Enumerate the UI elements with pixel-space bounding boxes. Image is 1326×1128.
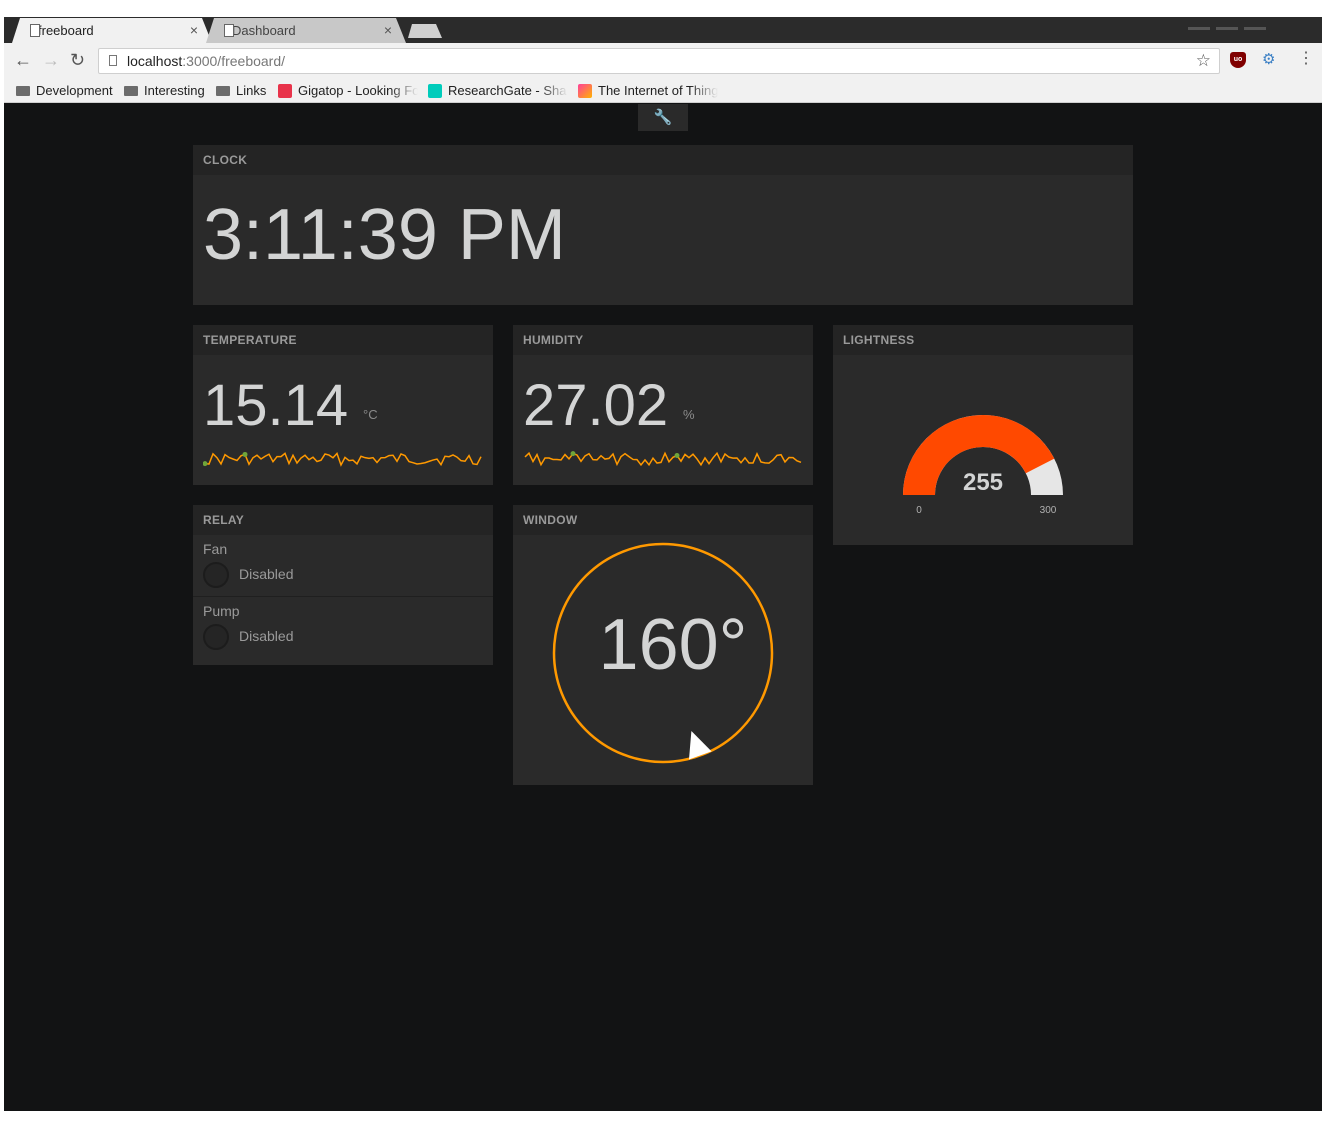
network-extension-icon[interactable]: ⚙ (1262, 52, 1278, 68)
pane-title: RELAY (193, 505, 493, 535)
sparkline-marker (242, 451, 248, 457)
maximize-icon[interactable] (1216, 27, 1238, 30)
browser-toolbar: ← → ↻ localhost:3000/freeboard/ ☆ uo ⚙ ⋮ (4, 43, 1322, 79)
bookmark-label: Development (36, 83, 113, 98)
temperature-pane: TEMPERATURE 15.14 °C (193, 325, 493, 485)
pane-title: TEMPERATURE (193, 325, 493, 355)
window-value: 160° (598, 605, 748, 685)
bookmark-iot[interactable]: The Internet of Thing (578, 82, 718, 100)
ublock-extension-icon[interactable]: uo (1230, 52, 1246, 68)
bookmark-label: Gigatop - Looking Fo (298, 83, 418, 98)
window-controls (1182, 17, 1322, 30)
humidity-unit: % (683, 407, 695, 422)
url-path: :3000/freeboard/ (182, 53, 286, 69)
bookmark-gigatop[interactable]: Gigatop - Looking Fo (278, 82, 418, 100)
relay-pane: RELAY Fan Disabled Pump Disabled (193, 505, 493, 665)
freeboard-dashboard: 🔧 CLOCK 3:11:39 PM TEMPERATURE 15.14 °C … (4, 104, 1322, 1111)
bookmark-star-icon[interactable]: ☆ (1196, 49, 1211, 73)
sparkline-marker (203, 461, 208, 467)
relay-item-pump: Pump Disabled (193, 596, 493, 657)
page-info-icon[interactable] (109, 55, 117, 66)
gigatop-icon (278, 84, 292, 98)
tab-freeboard[interactable]: freeboard × (12, 18, 212, 43)
temperature-sparkline (203, 451, 482, 467)
bookmark-researchgate[interactable]: ResearchGate - Sha (428, 82, 568, 100)
sparkline-path (524, 451, 802, 467)
indicator-light-icon (203, 624, 229, 650)
relay-item-fan: Fan Disabled (193, 535, 493, 596)
relay-status: Disabled (239, 566, 294, 582)
pane-title: WINDOW (513, 505, 813, 535)
bookmark-label: Interesting (144, 83, 205, 98)
sparkline-marker (674, 453, 680, 459)
iot-icon (578, 84, 592, 98)
bookmark-label: ResearchGate - Sha (448, 83, 567, 98)
humidity-pane: HUMIDITY 27.02 % (513, 325, 813, 485)
clock-time: 3:11:39 PM (203, 195, 566, 275)
folder-icon (16, 86, 30, 96)
new-tab-button[interactable] (408, 24, 442, 38)
temperature-unit: °C (363, 407, 378, 422)
back-arrow-icon[interactable]: ← (14, 51, 32, 69)
sparkline-marker (570, 451, 576, 457)
gauge-value: 255 (963, 469, 1003, 496)
bookmarks-bar: Development Interesting Links Gigatop - … (4, 79, 1322, 103)
relay-name: Pump (203, 603, 240, 619)
gauge-max: 300 (1040, 505, 1057, 516)
forward-arrow-icon[interactable]: → (42, 51, 60, 69)
dial-pointer-icon (689, 730, 712, 760)
minimize-icon[interactable] (1188, 27, 1210, 30)
tab-strip: freeboard × Dashboard × (4, 17, 1322, 43)
relay-name: Fan (203, 541, 228, 557)
close-window-icon[interactable] (1244, 27, 1266, 30)
pane-title: LIGHTNESS (833, 325, 1133, 355)
document-icon (30, 24, 40, 37)
url-host: localhost (127, 53, 183, 69)
folder-icon (124, 86, 138, 96)
close-tab-icon[interactable]: × (190, 18, 198, 43)
browser-menu-icon[interactable]: ⋮ (1298, 50, 1314, 68)
indicator-light-icon (203, 562, 229, 588)
tab-label: Dashboard (232, 23, 296, 38)
bookmark-label: The Internet of Thing (598, 83, 718, 98)
document-icon (224, 24, 234, 37)
browser-window: freeboard × Dashboard × ← → ↻ localhost:… (4, 17, 1322, 1111)
clock-pane: CLOCK 3:11:39 PM (193, 145, 1133, 305)
humidity-sparkline (524, 451, 802, 467)
pane-title: CLOCK (193, 145, 1133, 175)
humidity-value: 27.02 (523, 373, 669, 438)
gauge-min: 0 (916, 505, 922, 516)
folder-icon (216, 86, 230, 96)
tab-dashboard[interactable]: Dashboard × (206, 18, 406, 43)
bookmark-development[interactable]: Development (16, 82, 113, 100)
bookmark-interesting[interactable]: Interesting (124, 82, 205, 100)
pane-title: HUMIDITY (513, 325, 813, 355)
tab-label: freeboard (38, 23, 94, 38)
researchgate-icon (428, 84, 442, 98)
temperature-value: 15.14 (203, 373, 349, 438)
relay-status: Disabled (239, 628, 294, 644)
wrench-icon[interactable]: 🔧 (638, 104, 688, 131)
reload-icon[interactable]: ↻ (70, 51, 85, 69)
bookmark-links[interactable]: Links (216, 82, 266, 100)
close-tab-icon[interactable]: × (384, 18, 392, 43)
lightness-pane: LIGHTNESS 255 0 300 (833, 325, 1133, 545)
address-bar[interactable]: localhost:3000/freeboard/ ☆ (98, 48, 1220, 74)
bookmark-label: Links (236, 83, 267, 98)
window-pane: WINDOW 160° (513, 505, 813, 785)
lightness-gauge: 255 0 300 (903, 415, 1063, 516)
